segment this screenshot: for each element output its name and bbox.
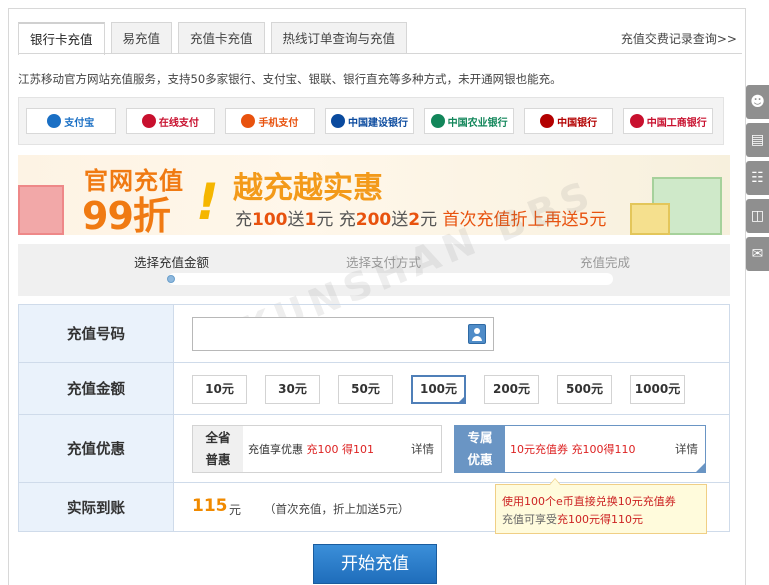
progress-steps: 选择充值金额 选择支付方式 充值完成: [18, 244, 730, 296]
amount-option[interactable]: 50元: [338, 375, 393, 404]
start-recharge-button[interactable]: 开始充值: [313, 544, 437, 584]
tooltip-line1: 使用100个e币直接兑换10元充值券: [502, 495, 676, 508]
offer-description: 10元充值券 充100得110: [510, 443, 636, 456]
bank-name: 中国建设银行: [348, 117, 409, 129]
gift-icon[interactable]: ◫: [746, 199, 769, 233]
amount-option[interactable]: 1000元: [630, 375, 685, 404]
bank-option[interactable]: 支付宝: [26, 108, 116, 134]
bank-option[interactable]: 中国农业银行: [424, 108, 514, 134]
tabs-divider: [18, 53, 742, 54]
offer-tooltip: 使用100个e币直接兑换10元充值券 充值可享受充100元得110元: [495, 478, 707, 534]
amount-option[interactable]: 10元: [192, 375, 247, 404]
gift-box-decoration: [18, 185, 64, 235]
tab-card-recharge[interactable]: 充值卡充值: [178, 22, 265, 54]
form-row-amount: 充值金额 10元 30元 50元 100元 200元 500元 1000元: [19, 363, 729, 415]
bank-option[interactable]: 在线支付: [125, 108, 216, 134]
form-row-offer: 充值优惠 全省 普惠 充值享优惠 充100 得101 详情 专属 优惠 10元充…: [19, 415, 729, 483]
icbc-icon: [629, 114, 644, 128]
progress-dot: [167, 275, 175, 283]
promo-banner[interactable]: 官网充值 99折 ! 越充越实惠 充100送1元 充200送2元 首次充值折上再…: [18, 155, 730, 235]
recharge-records-link[interactable]: 充值交费记录查询>>: [621, 30, 737, 47]
tab-bank-card[interactable]: 银行卡充值: [18, 22, 105, 55]
notebook-icon[interactable]: ▤: [746, 123, 769, 157]
banner-exclaim: !: [196, 173, 219, 231]
offer-exclusive[interactable]: 专属 优惠 10元充值券 充100得110 详情: [454, 425, 706, 473]
bank-name: 在线支付: [158, 117, 199, 129]
total-amount: 115: [192, 496, 228, 516]
intro-text: 江苏移动官方网站充值服务，支持50多家银行、支付宝、银联、银行直充等多种方式，未…: [18, 72, 562, 86]
amount-label: 充值金额: [19, 363, 174, 414]
bank-option[interactable]: 中国建设银行: [324, 108, 415, 134]
gift-box-decoration: [630, 203, 670, 235]
user-icon[interactable]: ☻: [746, 85, 769, 119]
contacts-icon[interactable]: [468, 324, 486, 344]
mobile-pay-icon: [241, 114, 256, 128]
offer-tag: 全省 普惠: [193, 426, 243, 472]
bank-name: 手机支付: [258, 117, 299, 129]
banner-headline: 越充越实惠: [233, 171, 383, 206]
amount-option[interactable]: 30元: [265, 375, 320, 404]
progress-track: [168, 273, 613, 285]
offer-detail-link[interactable]: 详情: [675, 441, 698, 457]
bank-option[interactable]: 中国银行: [523, 108, 614, 134]
abc-icon: [430, 114, 445, 128]
amount-option[interactable]: 100元: [411, 375, 466, 404]
ccb-icon: [331, 114, 346, 128]
amount-option[interactable]: 200元: [484, 375, 539, 404]
offer-tag: 专属 优惠: [455, 426, 505, 472]
bank-name: 中国工商银行: [646, 117, 707, 129]
phone-input[interactable]: [192, 317, 494, 351]
alipay-icon: [47, 114, 62, 128]
bank-name: 中国农业银行: [447, 117, 508, 129]
boc-icon: [540, 114, 555, 128]
total-unit: 元: [229, 503, 242, 517]
bank-logo-strip: 支付宝 在线支付 手机支付 中国建设银行 中国农业银行 中国银行 中国工商银行: [18, 97, 724, 145]
banner-title-line2: 99折: [82, 194, 171, 235]
form-row-phone: 充值号码: [19, 305, 729, 363]
phone-label: 充值号码: [19, 305, 174, 362]
side-toolbar: ☻ ▤ ☷ ◫ ✉: [746, 85, 769, 275]
banner-subline: 充100送1元 充200送2元 首次充值折上再送5元: [235, 210, 607, 230]
step-select-payment: 选择支付方式: [346, 255, 422, 270]
offer-detail-link[interactable]: 详情: [411, 441, 434, 457]
chat-icon[interactable]: ✉: [746, 237, 769, 271]
total-label: 实际到账: [19, 483, 174, 531]
unionpay-icon: [141, 114, 156, 128]
bank-name: 中国银行: [557, 117, 598, 129]
offer-description: 充值享优惠 充100 得101: [248, 443, 374, 456]
tooltip-line2: 充值可享受充100元得110元: [502, 513, 643, 526]
bank-option[interactable]: 中国工商银行: [623, 108, 714, 134]
offer-province-wide[interactable]: 全省 普惠 充值享优惠 充100 得101 详情: [192, 425, 442, 473]
step-complete: 充值完成: [580, 255, 631, 270]
amount-option[interactable]: 500元: [557, 375, 612, 404]
tab-bar: 银行卡充值 易充值 充值卡充值 热线订单查询与充值: [18, 22, 413, 55]
bank-name: 支付宝: [64, 117, 95, 129]
step-select-amount: 选择充值金额: [134, 255, 210, 270]
tab-hotline-order[interactable]: 热线订单查询与充值: [270, 22, 408, 54]
offer-label: 充值优惠: [19, 415, 174, 482]
tab-easy-recharge[interactable]: 易充值: [110, 22, 173, 54]
total-note: （首次充值，折上加送5元）: [264, 502, 410, 516]
network-icon[interactable]: ☷: [746, 161, 769, 195]
bank-option[interactable]: 手机支付: [225, 108, 315, 134]
